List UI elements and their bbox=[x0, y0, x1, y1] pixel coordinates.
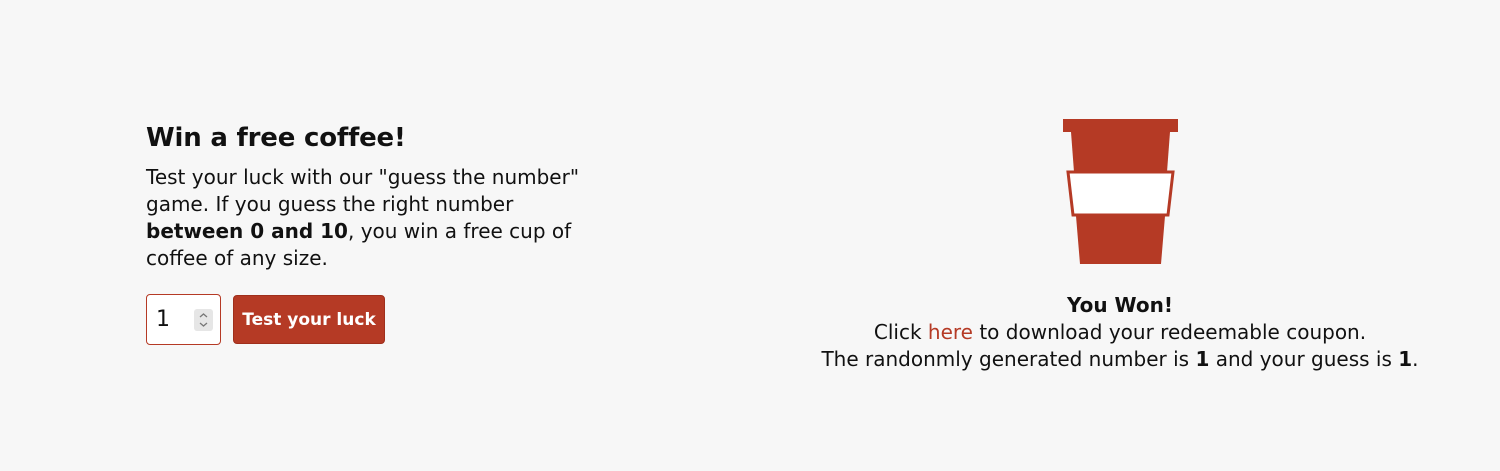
coupon-text-after: to download your redeemable coupon. bbox=[972, 320, 1367, 344]
guess-controls: 1 Test your luck bbox=[146, 294, 385, 345]
coupon-line: Click here to download your redeemable c… bbox=[740, 319, 1500, 346]
coupon-download-link[interactable]: here bbox=[928, 320, 973, 344]
left-panel: Win a free coffee! Test your luck with o… bbox=[146, 120, 626, 345]
test-your-luck-button[interactable]: Test your luck bbox=[233, 295, 385, 344]
coffee-cup-icon bbox=[1063, 119, 1179, 269]
result-message: You Won! Click here to download your red… bbox=[740, 292, 1500, 373]
generated-number: 1 bbox=[1195, 347, 1210, 371]
guess-number-value: 1 bbox=[156, 307, 170, 332]
description: Test your luck with our "guess the numbe… bbox=[146, 164, 616, 272]
result-panel: You Won! Click here to download your red… bbox=[740, 0, 1500, 471]
you-won-heading: You Won! bbox=[1066, 293, 1174, 317]
numbers-text-end: . bbox=[1412, 347, 1419, 371]
guess-number-input[interactable]: 1 bbox=[146, 294, 221, 345]
guess-number: 1 bbox=[1398, 347, 1413, 371]
description-bold-range: between 0 and 10 bbox=[146, 219, 348, 243]
numbers-line: The randonmly generated number is 1 and … bbox=[740, 346, 1500, 373]
number-spinner-icon[interactable] bbox=[194, 309, 213, 331]
numbers-text-before: The randonmly generated number is bbox=[821, 347, 1196, 371]
numbers-text-middle: and your guess is bbox=[1209, 347, 1399, 371]
page: Win a free coffee! Test your luck with o… bbox=[0, 0, 1500, 471]
description-part1: Test your luck with our "guess the numbe… bbox=[146, 165, 580, 216]
coupon-text-before: Click bbox=[873, 320, 928, 344]
page-title: Win a free coffee! bbox=[146, 123, 406, 153]
